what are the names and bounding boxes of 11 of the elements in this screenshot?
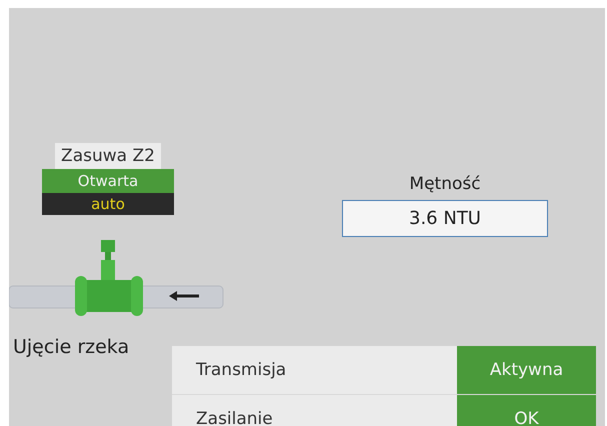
turbidity-label: Mętność xyxy=(409,174,481,194)
valve-status: Otwarta xyxy=(42,169,174,193)
status-label: Transmisja xyxy=(195,359,288,382)
intake-label: Ujęcie rzeka xyxy=(13,336,130,358)
status-label: Zasilanie xyxy=(195,408,274,426)
status-value: Aktywna xyxy=(457,346,596,394)
arrow-left-icon xyxy=(169,291,199,301)
valve-mode: auto xyxy=(42,193,174,215)
status-value: OK xyxy=(457,395,596,426)
valve-title: Zasuwa Z2 xyxy=(55,143,161,169)
turbidity-value: 3.6 NTU xyxy=(342,200,548,237)
